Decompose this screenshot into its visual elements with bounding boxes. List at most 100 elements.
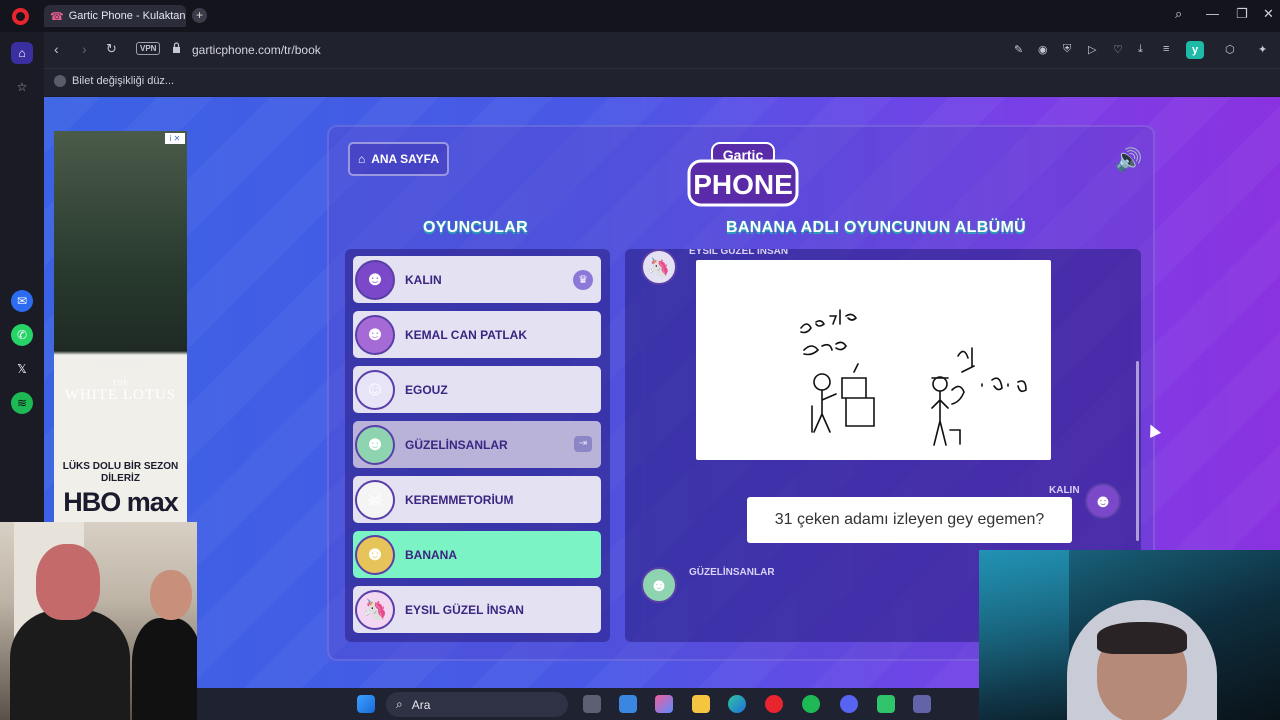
player-avatar: ☻ — [355, 259, 395, 300]
webcam-left — [0, 522, 197, 720]
advertisement[interactable]: i ✕ HBO ORIGINAL THE WHITE LOTUS LÜKS DO… — [54, 131, 187, 531]
album-entry-avatar: 🦄 — [641, 249, 677, 285]
player-avatar: ☻ — [355, 424, 395, 465]
minimize-icon[interactable]: — — [1206, 6, 1219, 21]
extension-y-icon[interactable]: y — [1186, 41, 1204, 59]
app-icon[interactable] — [877, 695, 895, 713]
x-twitter-icon[interactable]: 𝕏 — [11, 358, 33, 380]
discord-icon[interactable] — [840, 695, 858, 713]
logo-bottom-text: PHONE — [693, 169, 793, 200]
opera-taskbar-icon[interactable] — [765, 695, 783, 713]
file-explorer-icon[interactable] — [692, 695, 710, 713]
new-tab-button[interactable]: + — [192, 8, 207, 23]
ad-hbo-original: HBO ORIGINAL — [98, 363, 143, 369]
opera-logo-icon[interactable] — [12, 8, 29, 25]
lock-icon — [173, 42, 180, 53]
album-entry-text: 31 çeken adamı izleyen gey egemen? — [747, 497, 1072, 543]
store-icon[interactable] — [619, 695, 637, 713]
player-avatar: ☠ — [355, 479, 395, 520]
spotify-taskbar-icon[interactable] — [802, 695, 820, 713]
players-list: ☻ KALIN ♛ ☻ KEMAL CAN PATLAK ☺ EGOUZ ☻ G… — [345, 249, 610, 642]
browser-tab[interactable]: ☎ Gartic Phone - Kulaktan K — [44, 5, 186, 27]
player-row[interactable]: ☻ BANANA — [353, 531, 601, 578]
album-entry-author: KALIN — [1049, 485, 1080, 496]
player-name: EGOUZ — [405, 382, 448, 397]
back-icon[interactable]: ‹ — [54, 41, 59, 57]
edit-icon[interactable]: ✎ — [1014, 43, 1023, 56]
player-name: GÜZELİNSANLAR — [405, 437, 508, 452]
player-row[interactable]: ☻ KEMAL CAN PATLAK — [353, 311, 601, 358]
crown-icon: ♛ — [573, 270, 593, 290]
taskbar-search-label: Ara — [411, 697, 431, 712]
shield-icon[interactable]: ⛨ — [1063, 43, 1071, 56]
ad-show-name: WHITE LOTUS — [64, 387, 177, 403]
home-icon: ⌂ — [357, 152, 366, 166]
ad-close-icon[interactable]: i ✕ — [165, 133, 185, 144]
task-view-icon[interactable] — [583, 695, 601, 713]
album-entry-avatar: ☻ — [1085, 483, 1121, 519]
player-row[interactable]: 🦄 EYSIL GÜZEL İNSAN — [353, 586, 601, 633]
players-header: OYUNCULAR — [423, 219, 528, 236]
tab-title: Gartic Phone - Kulaktan K — [68, 10, 186, 22]
search-tabs-icon[interactable]: ⌕ — [1175, 6, 1182, 22]
cube-icon[interactable]: ⬡ — [1225, 43, 1235, 56]
forward-icon[interactable]: › — [82, 41, 87, 57]
ad-show-the: THE — [112, 379, 129, 387]
bookmark-favicon-icon — [54, 75, 66, 87]
player-row[interactable]: ☻ KALIN ♛ — [353, 256, 601, 303]
close-icon[interactable]: ✕ — [1263, 6, 1274, 22]
vpn-badge[interactable]: VPN — [136, 42, 161, 55]
player-avatar: ☻ — [355, 314, 395, 355]
logo-top-text: Gartic — [723, 147, 764, 163]
windows-taskbar: ⌕ Ara — [197, 688, 979, 720]
address-bar[interactable]: garticphone.com/tr/book — [192, 43, 321, 57]
camera-icon[interactable]: ◉ — [1038, 43, 1048, 56]
edge-icon[interactable] — [728, 695, 746, 713]
exit-icon: ⇥ — [574, 436, 592, 452]
album-entry-avatar: ☻ — [641, 567, 677, 603]
taskbar-search[interactable]: ⌕ Ara — [386, 692, 568, 717]
player-row[interactable]: ☻ GÜZELİNSANLAR ⇥ — [353, 421, 601, 468]
webcam-right — [979, 550, 1280, 720]
person-body — [132, 618, 197, 720]
album-header: BANANA ADLI OYUNCUNUN ALBÜMÜ — [726, 219, 1026, 236]
player-row[interactable]: ☺ EGOUZ — [353, 366, 601, 413]
bookmark-label: Bilet değişikliği düz... — [72, 75, 175, 87]
copilot-icon[interactable] — [655, 695, 673, 713]
album-drawing — [696, 260, 1051, 460]
ai-icon[interactable]: ✦ — [1258, 43, 1267, 56]
download-icon[interactable]: ⤓ — [1138, 43, 1143, 56]
player-name: KEREMMETORİUM — [405, 492, 514, 507]
album-entry-author: GÜZELİNSANLAR — [689, 567, 775, 578]
heart-icon[interactable]: ♡ — [1113, 43, 1123, 56]
gartic-phone-logo: Gartic PHONE — [687, 142, 799, 207]
reload-icon[interactable]: ↻ — [106, 41, 117, 57]
menu-icon[interactable]: ≡ — [1163, 43, 1169, 55]
ad-show-title: THE WHITE LOTUS — [54, 379, 187, 404]
player-name: EYSIL GÜZEL İNSAN — [405, 602, 524, 617]
album-entry-author: EYSIL GÜZEL İNSAN — [689, 249, 789, 257]
teams-icon[interactable] — [913, 695, 931, 713]
browser-navbar: ‹ › ↻ VPN garticphone.com/tr/book ✎ ◉ ⛨ … — [44, 32, 1280, 68]
search-icon: ⌕ — [396, 697, 403, 711]
player-name: KALIN — [405, 272, 442, 287]
player-name: KEMAL CAN PATLAK — [405, 327, 527, 342]
player-row[interactable]: ☠ KEREMMETORİUM — [353, 476, 601, 523]
play-icon[interactable]: ▷ — [1088, 43, 1096, 56]
star-icon[interactable]: ☆ — [11, 76, 33, 98]
windows-start-icon[interactable] — [357, 695, 375, 713]
person-head — [150, 570, 192, 620]
player-name: BANANA — [405, 547, 457, 562]
home-sidebar-icon[interactable]: ⌂ — [11, 42, 33, 64]
messenger-icon[interactable]: ✉ — [11, 290, 33, 312]
ad-tagline: LÜKS DOLU BİR SEZON DİLERİZ — [62, 461, 179, 484]
bookmark-item[interactable]: Bilet değişikliği düz... — [54, 75, 174, 87]
album-scrollbar[interactable] — [1136, 361, 1139, 541]
whatsapp-icon[interactable]: ✆ — [11, 324, 33, 346]
home-button-label: ANA SAYFA — [371, 152, 440, 166]
restore-icon[interactable]: ❐ — [1236, 6, 1248, 22]
home-button[interactable]: ⌂ ANA SAYFA — [348, 142, 449, 176]
spotify-icon[interactable]: ≋ — [11, 392, 33, 414]
sound-icon[interactable]: 🔊 — [1115, 147, 1142, 173]
browser-titlebar: ☎ Gartic Phone - Kulaktan K + ⌕ — ❐ ✕ — [0, 0, 1280, 32]
